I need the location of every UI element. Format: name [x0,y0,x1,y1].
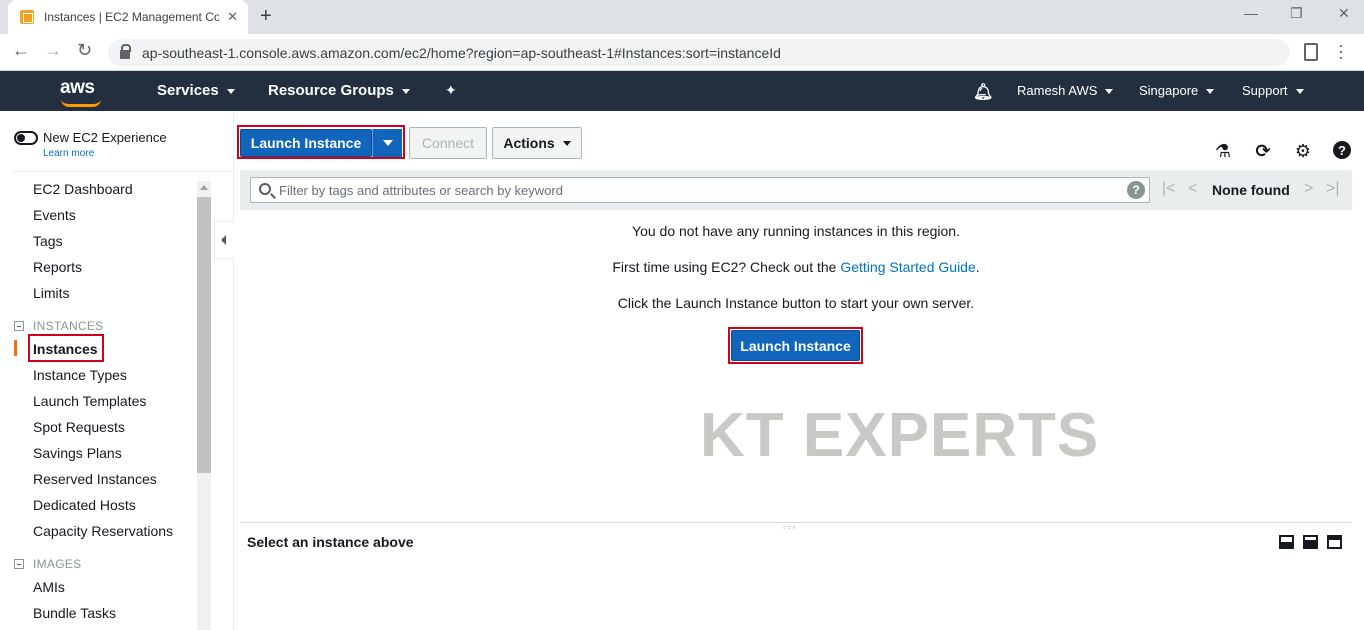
empty-state-line-2: First time using EC2? Check out the Gett… [612,259,980,275]
tab-close-icon[interactable]: ✕ [227,9,238,25]
browser-menu-icon[interactable]: · · · [1338,36,1344,66]
support-menu[interactable]: Support [1242,83,1304,98]
address-bar[interactable]: ap-southeast-1.console.aws.amazon.com/ec… [108,39,1290,66]
aws-logo[interactable]: aws [60,77,101,107]
sidebar-item-reserved-instances[interactable]: Reserved Instances [33,471,157,487]
chevron-down-icon [1295,89,1304,95]
new-experience-toggle[interactable] [14,131,38,145]
chevron-down-icon [226,88,235,94]
sidebar-item-instance-types[interactable]: Instance Types [33,367,127,383]
address-url: ap-southeast-1.console.aws.amazon.com/ec… [142,44,781,61]
chevron-down-icon [1206,89,1215,95]
aws-smile-icon [61,99,101,107]
filter-search-input[interactable]: Filter by tags and attributes or search … [250,177,1150,203]
detail-pane-title: Select an instance above [247,534,414,550]
browser-tab[interactable]: Instances | EC2 Management Cor ✕ [8,0,248,34]
refresh-icon[interactable]: ⟳ [1253,141,1273,161]
reload-icon[interactable]: ↻ [77,40,92,61]
next-page-icon[interactable]: > [1304,180,1313,198]
sidebar-item-bundle-tasks[interactable]: Bundle Tasks [33,605,116,621]
getting-started-link[interactable]: Getting Started Guide [840,259,975,275]
filter-placeholder: Filter by tags and attributes or search … [279,182,563,198]
window-close-icon[interactable]: ✕ [1338,5,1350,22]
pin-icon[interactable]: ✦ [445,82,457,99]
learn-more-link[interactable]: Learn more [43,148,94,159]
gear-icon[interactable]: ⚙ [1293,141,1313,161]
back-arrow-icon[interactable]: ← [12,40,30,61]
tab-title: Instances | EC2 Management Cor [44,10,219,24]
sidebar-item-launch-templates[interactable]: Launch Templates [33,393,146,409]
browser-tab-bar: Instances | EC2 Management Cor ✕ + — ❐ ✕ [0,0,1364,34]
connect-button[interactable]: Connect [409,127,487,159]
lock-icon [120,43,131,59]
empty-state-line-3: Click the Launch Instance button to star… [617,295,975,311]
new-tab-icon[interactable]: + [260,5,272,28]
filter-bar: Filter by tags and attributes or search … [240,170,1352,210]
aws-top-nav: aws Services Resource Groups ✦ 🔔︎ Ramesh… [0,71,1364,111]
layout-bottom-icon[interactable] [1279,535,1294,549]
launch-instance-button[interactable]: Launch Instance [240,129,372,157]
sidebar-group-images: IMAGES [33,557,82,571]
sidebar-item-capacity-reservations[interactable]: Capacity Reservations [33,523,173,539]
filter-help-icon[interactable]: ? [1127,181,1145,199]
first-page-icon[interactable]: |< [1162,180,1176,198]
active-indicator [14,340,17,356]
sidebar-item-dedicated-hosts[interactable]: Dedicated Hosts [33,497,136,513]
flask-icon[interactable]: ⚗ [1213,141,1233,161]
extension-clipboard-icon[interactable] [1304,43,1318,61]
sidebar-item-tags[interactable]: Tags [33,233,63,249]
actions-button[interactable]: Actions [492,127,582,159]
browser-toolbar: ← → ↻ ap-southeast-1.console.aws.amazon.… [0,34,1364,71]
ec2-sidebar: New EC2 Experience Learn more EC2 Dashbo… [0,111,234,630]
sidebar-item-savings-plans[interactable]: Savings Plans [33,445,122,461]
layout-full-icon[interactable] [1327,535,1342,549]
watermark-text: KT EXPERTS [700,401,1100,470]
chevron-down-icon [401,88,410,94]
aws-favicon-icon [20,10,34,24]
scroll-up-arrow-icon[interactable] [200,185,208,190]
last-page-icon[interactable]: >| [1326,180,1340,198]
sidebar-item-amis[interactable]: AMIs [33,579,65,595]
help-icon[interactable]: ? [1333,141,1351,159]
sidebar-item-events[interactable]: Events [33,207,76,223]
restore-icon[interactable]: ❐ [1290,5,1303,22]
minimize-icon[interactable]: — [1244,5,1258,21]
sidebar-item-ec2-dashboard[interactable]: EC2 Dashboard [33,181,133,197]
services-menu[interactable]: Services [157,82,235,99]
bell-icon[interactable]: 🔔︎ [973,82,993,102]
sidebar-scrollbar[interactable] [197,181,211,630]
scrollbar-thumb[interactable] [197,197,211,473]
collapse-sidebar-button[interactable] [214,221,234,259]
search-icon [259,183,271,195]
resource-groups-menu[interactable]: Resource Groups [268,82,410,99]
region-menu[interactable]: Singapore [1139,83,1215,98]
sidebar-item-spot-requests[interactable]: Spot Requests [33,419,125,435]
collapse-instances-icon[interactable] [14,321,24,331]
pager-status: None found [1212,182,1290,198]
collapse-images-icon[interactable] [14,559,24,569]
empty-state-line-1: You do not have any running instances in… [632,223,960,239]
layout-split-icon[interactable] [1303,535,1318,549]
forward-arrow-icon[interactable]: → [44,40,62,61]
chevron-down-icon [382,140,393,146]
drag-handle-icon[interactable]: ▫▫▫ [783,523,798,532]
prev-page-icon[interactable]: < [1188,180,1197,198]
center-launch-instance-button[interactable]: Launch Instance [731,330,860,361]
new-experience-label: New EC2 Experience [43,130,167,145]
sidebar-divider [12,171,232,172]
sidebar-item-limits[interactable]: Limits [33,285,70,301]
sidebar-item-instances[interactable]: Instances [33,341,98,357]
launch-dropdown-button[interactable] [372,129,402,157]
chevron-down-icon [562,140,571,146]
account-menu[interactable]: Ramesh AWS [1017,83,1114,98]
sidebar-group-instances: INSTANCES [33,319,104,333]
chevron-down-icon [1105,89,1114,95]
sidebar-item-reports[interactable]: Reports [33,259,82,275]
